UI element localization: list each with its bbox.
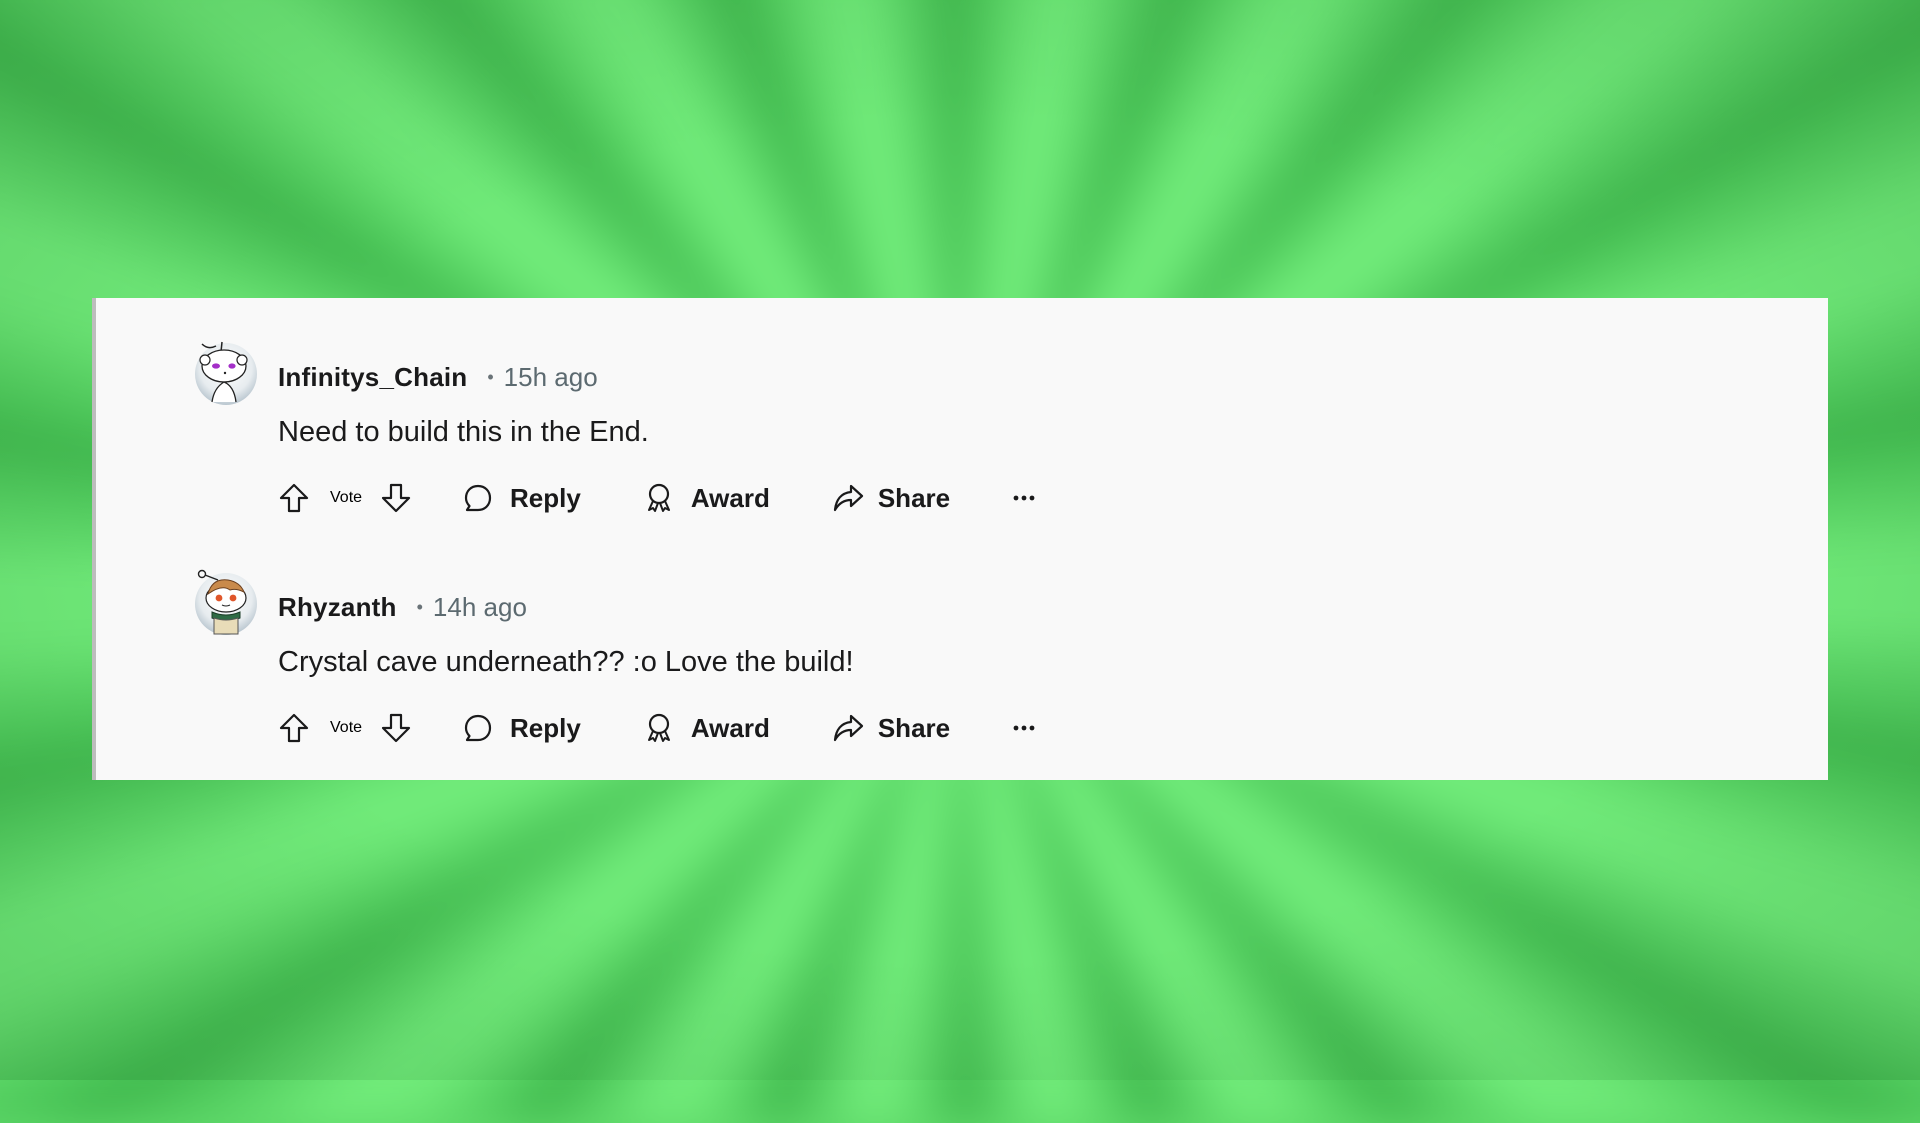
upvote-arrow-icon <box>279 483 309 513</box>
avatar[interactable] <box>192 338 260 406</box>
share-label: Share <box>877 482 951 513</box>
timestamp[interactable]: 15h ago <box>504 362 598 393</box>
downvote-button[interactable] <box>380 712 412 744</box>
share-button[interactable]: Share <box>832 712 950 744</box>
comment-body: Crystal cave underneath?? :o Love the bu… <box>278 646 854 678</box>
chat-bubble-icon <box>464 714 492 742</box>
reply-button[interactable]: Reply <box>462 482 581 514</box>
share-label: Share <box>877 712 951 743</box>
share-arrow-icon <box>833 714 863 742</box>
upvote-arrow-icon <box>279 713 309 743</box>
vote-label: Vote <box>330 489 363 506</box>
separator-dot: • <box>487 366 494 387</box>
award-button[interactable]: Award <box>643 712 770 744</box>
comment-meta: Rhyzanth • 14h ago <box>278 592 527 622</box>
downvote-button[interactable] <box>380 482 412 514</box>
award-ribbon-icon <box>647 483 670 512</box>
comment-actions: Vote Reply Award Share <box>278 478 1036 518</box>
award-button[interactable]: Award <box>643 482 770 514</box>
ellipsis-icon <box>1013 725 1035 731</box>
avatar[interactable] <box>192 568 260 636</box>
share-button[interactable]: Share <box>832 482 950 514</box>
more-options-button[interactable] <box>1012 486 1036 510</box>
upvote-button[interactable] <box>278 482 310 514</box>
vote-label: Vote <box>330 719 363 736</box>
reply-label: Reply <box>510 482 581 513</box>
comment-actions: Vote Reply Award Share <box>278 708 1036 748</box>
reply-label: Reply <box>510 712 581 743</box>
upvote-button[interactable] <box>278 712 310 744</box>
separator-dot: • <box>416 596 423 617</box>
award-label: Award <box>690 712 770 743</box>
comment-body: Need to build this in the End. <box>278 416 649 448</box>
ellipsis-icon <box>1013 495 1035 501</box>
downvote-arrow-icon <box>381 713 411 743</box>
timestamp[interactable]: 14h ago <box>433 592 527 623</box>
chat-bubble-icon <box>464 484 492 512</box>
username[interactable]: Rhyzanth <box>278 592 397 623</box>
comment-meta: Infinitys_Chain • 15h ago <box>278 362 598 392</box>
award-ribbon-icon <box>647 713 670 742</box>
award-label: Award <box>690 482 770 513</box>
share-arrow-icon <box>833 484 863 512</box>
reply-button[interactable]: Reply <box>462 712 581 744</box>
comments-card: Infinitys_Chain • 15h ago Need to build … <box>92 298 1828 780</box>
snoo-avatar-icon <box>195 341 257 405</box>
more-options-button[interactable] <box>1012 716 1036 740</box>
username[interactable]: Infinitys_Chain <box>278 362 467 393</box>
snoo-avatar-icon <box>195 569 257 635</box>
downvote-arrow-icon <box>381 483 411 513</box>
